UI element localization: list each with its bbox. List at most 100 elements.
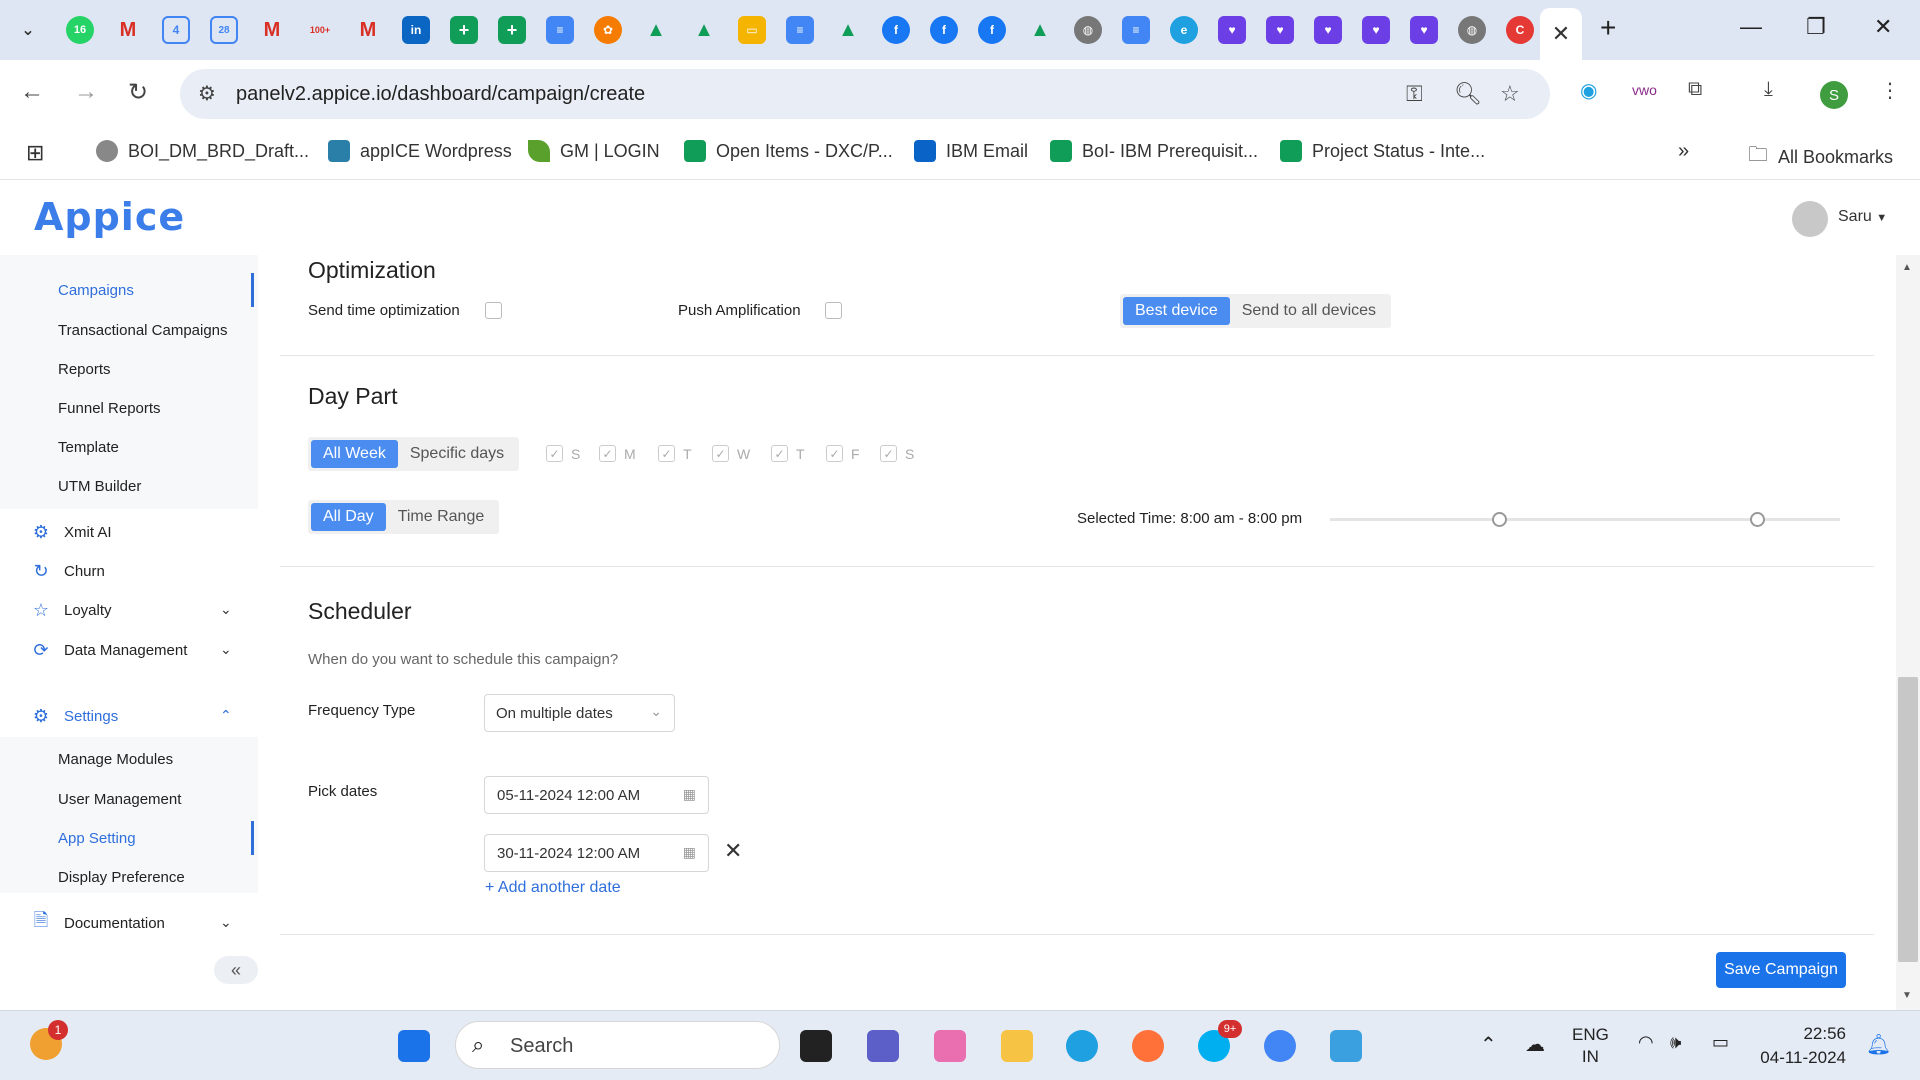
minimize-icon[interactable]: — bbox=[1740, 14, 1762, 40]
collapse-sidebar-button[interactable]: « bbox=[214, 956, 258, 984]
tab-heart-icon[interactable]: ♥ bbox=[1362, 16, 1390, 44]
new-tab-icon[interactable]: + bbox=[1600, 12, 1616, 44]
remove-date-icon[interactable]: ✕ bbox=[724, 838, 742, 864]
extension-camera-icon[interactable]: ◉ bbox=[1580, 78, 1597, 103]
date-picker-input[interactable]: 05-11-2024 12:00 AM ▦ bbox=[484, 776, 709, 814]
sidebar-item-manage-modules[interactable]: Manage Modules bbox=[58, 751, 173, 768]
tab-edge-icon[interactable]: e bbox=[1170, 16, 1198, 44]
sidebar-item-utm-builder[interactable]: UTM Builder bbox=[58, 478, 141, 495]
wifi-icon[interactable]: ◠ bbox=[1638, 1032, 1654, 1053]
password-key-icon[interactable]: ⚿ bbox=[1406, 81, 1423, 107]
day-checkbox[interactable]: ✓ W bbox=[712, 445, 750, 462]
zoom-icon[interactable]: 🔍︎ bbox=[1454, 81, 1482, 107]
tab-sheets-icon[interactable]: + bbox=[498, 16, 526, 44]
day-checkbox[interactable]: ✓ T bbox=[658, 445, 692, 462]
bookmark-item[interactable]: appICE Wordpress bbox=[328, 140, 512, 162]
tab-docs-icon[interactable]: ≡ bbox=[1122, 16, 1150, 44]
bookmark-item[interactable]: GM | LOGIN bbox=[528, 140, 660, 162]
time-slider-end-handle[interactable] bbox=[1750, 512, 1765, 527]
sidebar-item-display-preference[interactable]: Display Preference bbox=[58, 869, 185, 886]
tab-gmail-icon[interactable]: M bbox=[258, 16, 286, 44]
more-bookmarks-icon[interactable]: » bbox=[1678, 140, 1689, 163]
show-hidden-icons-icon[interactable]: ⌃ bbox=[1480, 1032, 1497, 1057]
tab-drive-icon[interactable]: ▲ bbox=[834, 16, 862, 44]
tab-gmail-icon[interactable]: 100+ bbox=[306, 16, 334, 44]
specific-days-button[interactable]: Specific days bbox=[398, 440, 516, 468]
sidebar-item-transactional-campaigns[interactable]: Transactional Campaigns bbox=[58, 322, 228, 339]
tab-heart-icon[interactable]: ♥ bbox=[1266, 16, 1294, 44]
tab-search-button[interactable]: ⌄ bbox=[14, 16, 42, 44]
tab-calendar-icon[interactable]: 28 bbox=[210, 16, 238, 44]
chevron-down-icon[interactable]: ⌄ bbox=[220, 914, 232, 931]
forward-icon[interactable]: → bbox=[74, 78, 98, 106]
tab-drive-icon[interactable]: ▲ bbox=[690, 16, 718, 44]
tab-facebook-icon[interactable]: f bbox=[978, 16, 1006, 44]
tab-slides-icon[interactable]: ▭ bbox=[738, 16, 766, 44]
bookmark-star-icon[interactable]: ☆ bbox=[1500, 81, 1520, 107]
sidebar-item-user-management[interactable]: User Management bbox=[58, 791, 181, 808]
chrome-icon[interactable] bbox=[1264, 1030, 1296, 1062]
volume-icon[interactable]: 🕪︎ bbox=[1670, 1032, 1681, 1053]
task-view-icon[interactable] bbox=[800, 1030, 832, 1062]
all-week-button[interactable]: All Week bbox=[311, 440, 398, 468]
copilot-icon[interactable] bbox=[934, 1030, 966, 1062]
day-checkbox[interactable]: ✓ S bbox=[880, 445, 914, 462]
tab-globe-icon[interactable]: ◍ bbox=[1458, 16, 1486, 44]
appice-logo[interactable]: Appice bbox=[34, 195, 185, 239]
edge-icon[interactable] bbox=[1066, 1030, 1098, 1062]
date-picker-input[interactable]: 30-11-2024 12:00 AM ▦ bbox=[484, 834, 709, 872]
tab-heart-icon[interactable]: ♥ bbox=[1410, 16, 1438, 44]
bookmark-item[interactable]: Project Status - Inte... bbox=[1280, 140, 1485, 162]
sidebar-item-template[interactable]: Template bbox=[58, 439, 119, 456]
tab-globe-icon[interactable]: ◍ bbox=[1074, 16, 1102, 44]
time-range-button[interactable]: Time Range bbox=[386, 503, 497, 531]
teams-icon[interactable] bbox=[867, 1030, 899, 1062]
profile-avatar[interactable]: S bbox=[1820, 81, 1848, 109]
send-all-devices-button[interactable]: Send to all devices bbox=[1230, 297, 1388, 325]
url-text[interactable]: panelv2.appice.io/dashboard/campaign/cre… bbox=[236, 83, 645, 106]
avatar[interactable] bbox=[1792, 201, 1828, 237]
tab-linkedin-icon[interactable]: in bbox=[402, 16, 430, 44]
sidebar-item-reports[interactable]: Reports bbox=[58, 361, 111, 378]
address-bar[interactable]: ⚙ panelv2.appice.io/dashboard/campaign/c… bbox=[180, 69, 1550, 119]
best-device-button[interactable]: Best device bbox=[1123, 297, 1230, 325]
language-indicator[interactable]: ENG IN bbox=[1572, 1024, 1609, 1068]
sidebar-item-xmit-ai[interactable]: ⚙ Xmit AI bbox=[30, 521, 112, 543]
bookmark-item[interactable]: BoI- IBM Prerequisit... bbox=[1050, 140, 1258, 162]
paint-icon[interactable] bbox=[1330, 1030, 1362, 1062]
tab-gmail-icon[interactable]: M bbox=[354, 16, 382, 44]
extension-vwo-icon[interactable]: vwo bbox=[1632, 82, 1657, 98]
push-amplification-checkbox[interactable] bbox=[825, 302, 842, 319]
all-day-button[interactable]: All Day bbox=[311, 503, 386, 531]
all-bookmarks[interactable]: 🗀 All Bookmarks bbox=[1748, 140, 1893, 174]
sidebar-item-app-setting[interactable]: App Setting bbox=[58, 830, 136, 847]
sidebar-item-churn[interactable]: ↻ Churn bbox=[30, 560, 104, 582]
user-menu[interactable]: Saru ▼ bbox=[1838, 208, 1887, 226]
windows-start-icon[interactable] bbox=[398, 1030, 430, 1062]
chrome-menu-icon[interactable]: ⋮ bbox=[1880, 78, 1900, 103]
scroll-up-icon[interactable]: ▲ bbox=[1902, 262, 1912, 273]
save-campaign-button[interactable]: Save Campaign bbox=[1716, 952, 1846, 988]
sidebar-item-campaigns[interactable]: Campaigns bbox=[58, 282, 134, 299]
reload-icon[interactable]: ↻ bbox=[128, 78, 148, 107]
back-icon[interactable]: ← bbox=[20, 78, 44, 106]
day-checkbox[interactable]: ✓ T bbox=[771, 445, 805, 462]
extensions-puzzle-icon[interactable]: ⧉ bbox=[1688, 78, 1702, 101]
frequency-type-select[interactable]: On multiple dates ⌄ bbox=[484, 694, 675, 732]
file-explorer-icon[interactable] bbox=[1001, 1030, 1033, 1062]
sidebar-item-loyalty[interactable]: ☆ Loyalty bbox=[30, 599, 112, 621]
tab-sheets-icon[interactable]: + bbox=[450, 16, 478, 44]
tab-facebook-icon[interactable]: f bbox=[930, 16, 958, 44]
tab-docs-icon[interactable]: ≡ bbox=[546, 16, 574, 44]
firefox-icon[interactable] bbox=[1132, 1030, 1164, 1062]
window-close-icon[interactable]: ✕ bbox=[1874, 14, 1892, 40]
time-slider-start-handle[interactable] bbox=[1492, 512, 1507, 527]
day-checkbox[interactable]: ✓ S bbox=[546, 445, 580, 462]
tab-app-icon[interactable]: ✿ bbox=[594, 16, 622, 44]
tab-whatsapp-icon[interactable]: 16 bbox=[66, 16, 94, 44]
download-icon[interactable]: ⤓ bbox=[1764, 78, 1773, 101]
restore-icon[interactable]: ❐ bbox=[1806, 14, 1826, 40]
send-time-checkbox[interactable] bbox=[485, 302, 502, 319]
bookmark-item[interactable]: Open Items - DXC/P... bbox=[684, 140, 893, 162]
tab-drive-icon[interactable]: ▲ bbox=[1026, 16, 1054, 44]
